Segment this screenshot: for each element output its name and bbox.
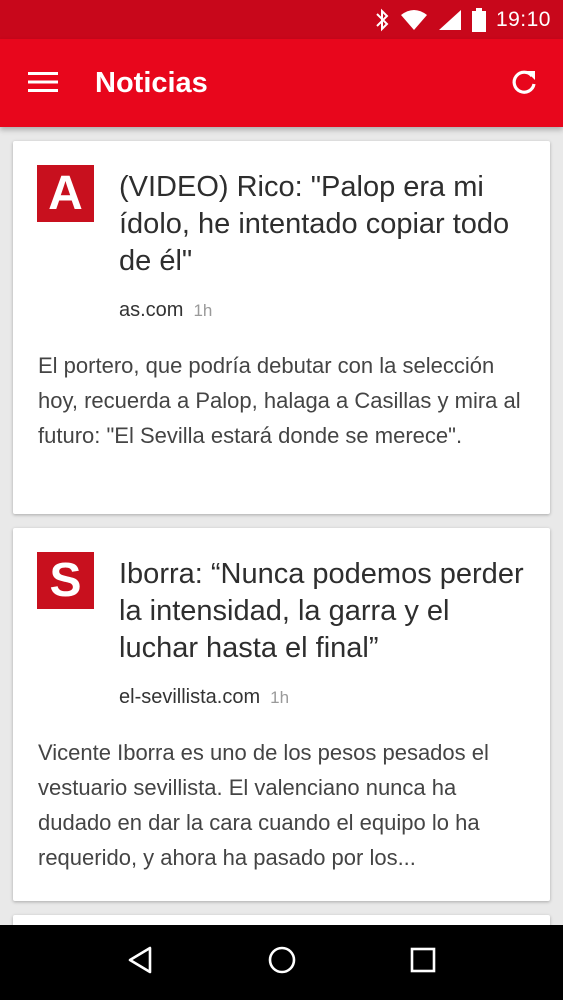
refresh-button[interactable]	[503, 63, 545, 105]
article-card[interactable]	[13, 915, 550, 925]
menu-button[interactable]	[22, 63, 64, 105]
article-headline[interactable]: Iborra: “Nunca podemos perder la intensi…	[119, 556, 534, 667]
article-summary: Vicente Iborra es uno de los pesos pesad…	[38, 740, 489, 870]
recents-icon	[408, 945, 438, 980]
navigation-bar	[0, 925, 563, 1000]
article-card[interactable]: A (VIDEO) Rico: "Palop era mi ídolo, he …	[13, 141, 550, 514]
refresh-icon	[510, 68, 538, 101]
article-source: el-sevillista.com	[119, 686, 261, 708]
bluetooth-icon	[374, 8, 390, 32]
menu-icon	[27, 70, 59, 99]
wifi-icon	[400, 9, 428, 31]
status-bar: 19:10	[0, 0, 563, 39]
battery-icon	[471, 7, 486, 32]
status-time: 19:10	[495, 7, 551, 31]
app-bar: Noticias	[0, 39, 563, 127]
news-feed[interactable]: A (VIDEO) Rico: "Palop era mi ídolo, he …	[0, 127, 563, 925]
home-button[interactable]	[252, 933, 312, 993]
article-card[interactable]: S Iborra: “Nunca podemos perder la inten…	[13, 528, 550, 901]
source-logo: A	[37, 165, 94, 222]
article-meta: el-sevillista.com 1h	[119, 686, 289, 709]
back-button[interactable]	[111, 933, 171, 993]
page-title: Noticias	[95, 67, 208, 99]
signal-icon	[438, 9, 462, 31]
article-headline[interactable]: (VIDEO) Rico: "Palop era mi ídolo, he in…	[119, 169, 534, 280]
home-icon	[267, 945, 297, 980]
source-logo: S	[37, 552, 94, 609]
recents-button[interactable]	[393, 933, 453, 993]
article-age: 1h	[270, 688, 290, 707]
article-meta: as.com 1h	[119, 299, 212, 322]
article-source: as.com	[119, 299, 184, 321]
article-age: 1h	[193, 301, 213, 320]
back-icon	[126, 945, 156, 980]
article-summary: El portero, que podría debutar con la se…	[38, 353, 521, 448]
